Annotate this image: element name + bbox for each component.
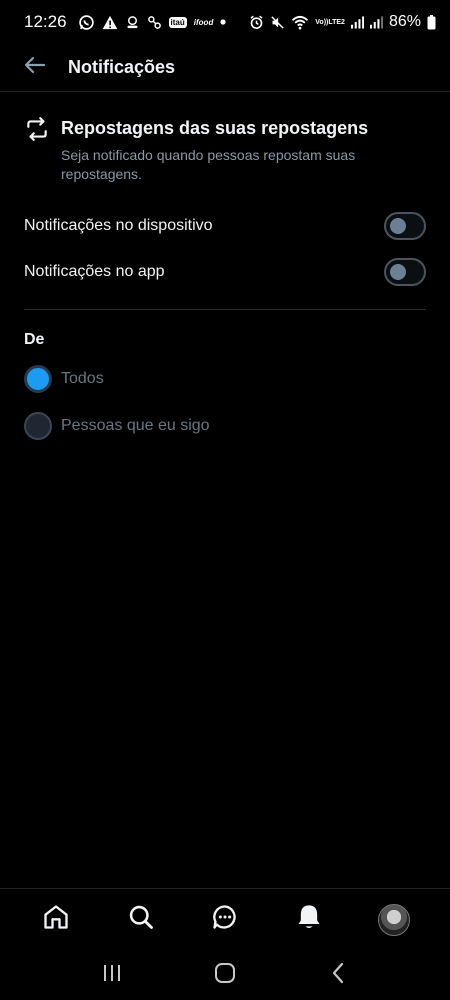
toggle-row-app[interactable]: Notificações no app xyxy=(24,257,426,287)
status-right: Vo)) LTE2 86% xyxy=(249,13,436,31)
radio-button-checked[interactable] xyxy=(24,365,52,393)
page-title: Notificações xyxy=(68,57,176,77)
back-icon xyxy=(331,962,345,989)
status-time: 12:26 xyxy=(24,12,67,31)
toggle-knob xyxy=(390,264,406,280)
messages-icon xyxy=(211,903,239,936)
ai-icon xyxy=(125,15,140,30)
radio-option-following[interactable]: Pessoas que eu sigo xyxy=(24,412,210,440)
search-icon xyxy=(127,903,155,936)
arrow-left-icon xyxy=(23,53,47,82)
volte-icon: Vo)) LTE2 xyxy=(315,19,345,26)
system-nav-bar xyxy=(0,950,450,1000)
volte-bottom: LTE2 xyxy=(328,18,345,26)
mute-icon xyxy=(270,15,285,30)
back-system-button[interactable] xyxy=(313,955,363,995)
app-notifications-toggle[interactable] xyxy=(384,258,426,286)
whatsapp-icon xyxy=(78,14,95,31)
nav-search[interactable] xyxy=(116,895,166,945)
nav-home[interactable] xyxy=(31,895,81,945)
signal-icon xyxy=(350,15,364,29)
toggle-knob xyxy=(390,218,406,234)
ifood-icon: ifood xyxy=(193,17,214,27)
toggle-row-device[interactable]: Notificações no dispositivo xyxy=(24,211,426,241)
volte-top: Vo)) xyxy=(315,18,329,26)
alarm-icon xyxy=(249,15,264,30)
status-bar: 12:26 itaú ifood Vo)) LTE2 86% xyxy=(0,0,450,44)
home-button-icon xyxy=(214,962,236,989)
nav-messages[interactable] xyxy=(200,895,250,945)
signal-icon xyxy=(369,15,383,29)
divider xyxy=(24,309,426,310)
toggle-label-device: Notificações no dispositivo xyxy=(24,217,213,234)
radio-option-todos[interactable]: Todos xyxy=(24,365,104,393)
back-button[interactable] xyxy=(11,44,59,92)
nav-notifications[interactable] xyxy=(284,895,334,945)
home-icon xyxy=(42,903,70,936)
notifications-icon xyxy=(295,903,323,936)
radio-button[interactable] xyxy=(24,412,52,440)
from-group-label: De xyxy=(24,331,45,348)
section-title: Repostagens das suas repostagens xyxy=(61,118,369,138)
home-button[interactable] xyxy=(200,955,250,995)
nav-profile[interactable] xyxy=(369,895,419,945)
recents-icon xyxy=(101,963,123,988)
dot-icon xyxy=(220,19,226,25)
device-notifications-toggle[interactable] xyxy=(384,212,426,240)
wifi-icon xyxy=(291,15,309,30)
link-icon xyxy=(147,15,162,30)
radio-label-todos: Todos xyxy=(61,370,104,387)
battery-percent: 86% xyxy=(388,13,421,30)
app-header: Notificações xyxy=(0,44,450,92)
battery-icon xyxy=(427,14,436,30)
profile-avatar xyxy=(377,903,410,936)
toggle-label-app: Notificações no app xyxy=(24,263,165,280)
warning-icon xyxy=(102,15,118,30)
bottom-nav xyxy=(0,888,450,950)
status-left: 12:26 itaú ifood xyxy=(24,12,226,32)
section-description: Seja notificado quando pessoas repostam … xyxy=(61,147,356,182)
radio-label-following: Pessoas que eu sigo xyxy=(61,417,210,434)
recents-button[interactable] xyxy=(87,955,137,995)
itau-icon: itaú xyxy=(168,16,187,28)
repost-icon xyxy=(24,116,50,142)
